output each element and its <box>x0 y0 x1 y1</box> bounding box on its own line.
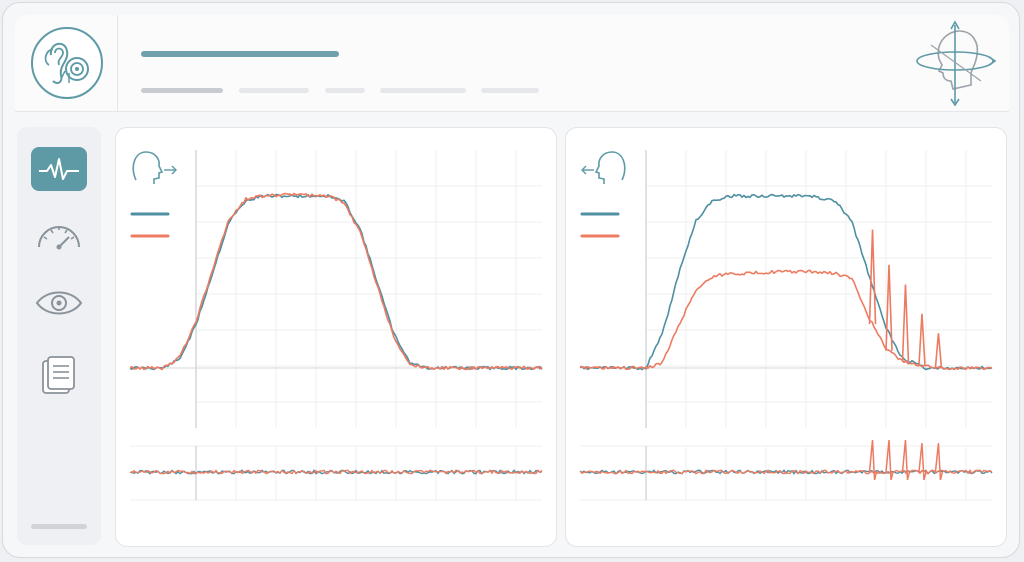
main-series-2 <box>579 269 993 371</box>
header <box>15 15 1009 112</box>
logo-box <box>15 15 118 111</box>
tab-placeholder-2[interactable] <box>239 88 309 93</box>
chart-panel-left <box>115 127 557 547</box>
gauge-icon <box>38 226 80 250</box>
nav-eye[interactable] <box>31 281 87 325</box>
head-turn-right-icon <box>132 151 177 184</box>
head-turn-left-icon <box>581 151 626 184</box>
sub-spike-5 <box>934 443 944 481</box>
main-spike-2 <box>885 264 893 351</box>
chart-panel-right <box>565 127 1007 547</box>
main-spike-1 <box>868 229 877 325</box>
sidebar-footer-placeholder <box>31 524 87 529</box>
chart-left <box>129 150 543 501</box>
main-series-2 <box>129 192 543 371</box>
sidebar <box>17 127 101 545</box>
main-spike-5 <box>934 333 943 368</box>
tab-placeholder-4[interactable] <box>380 88 466 93</box>
inner-ear-icon <box>31 27 103 99</box>
waveform-icon <box>39 158 79 180</box>
main-series-1 <box>129 193 543 371</box>
chart-right <box>579 150 993 501</box>
tab-placeholder-3[interactable] <box>325 88 365 93</box>
title-placeholder <box>141 51 339 57</box>
tab-placeholder-5[interactable] <box>481 88 539 93</box>
main-spike-4 <box>918 313 926 366</box>
app-window <box>2 2 1020 558</box>
eye-icon <box>35 291 83 315</box>
sub-spike-4 <box>918 443 927 481</box>
main-series-1 <box>579 193 993 371</box>
grid <box>580 150 992 501</box>
main-spike-3 <box>901 284 910 363</box>
tab-placeholder-1[interactable] <box>141 88 223 93</box>
nav-waveform[interactable] <box>31 147 87 191</box>
grid <box>130 150 542 501</box>
nav-documents[interactable] <box>31 353 87 397</box>
nav-gauge[interactable] <box>31 215 87 259</box>
head-rotation-icon[interactable] <box>909 19 999 107</box>
document-icon <box>42 356 75 394</box>
